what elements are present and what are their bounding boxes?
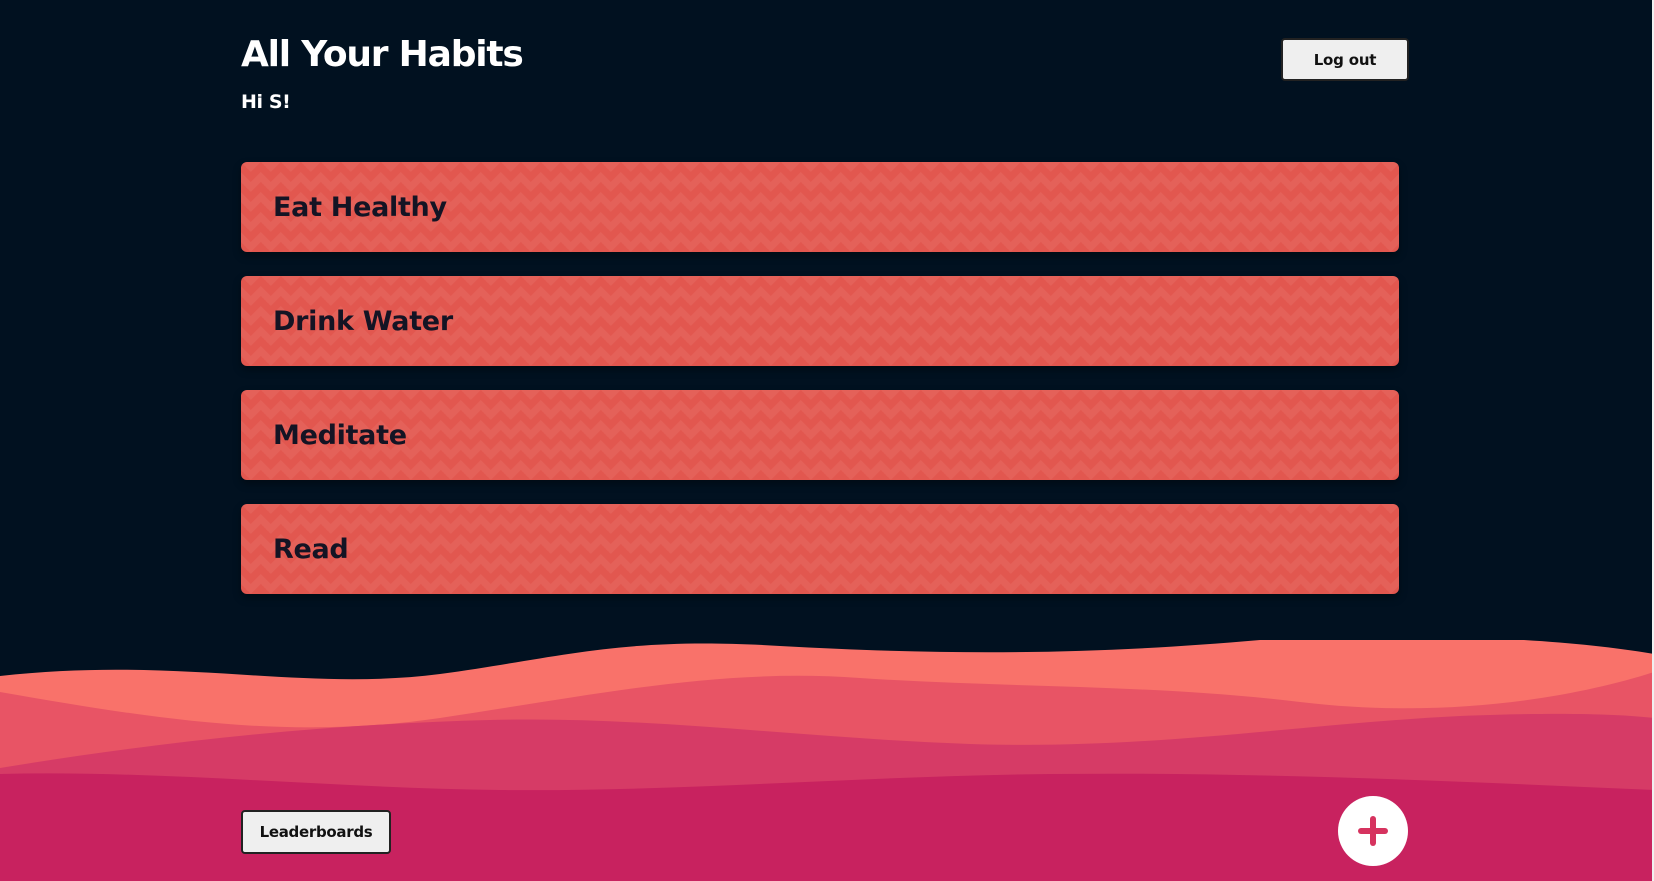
plus-icon <box>1356 814 1390 848</box>
habit-name: Meditate <box>273 419 407 451</box>
habit-list: Eat Healthy Drink Water Meditate Read <box>241 162 1399 618</box>
greeting-text: Hi S! <box>241 91 291 113</box>
page-header: All Your Habits Hi S! Log out <box>241 30 1409 130</box>
logout-button[interactable]: Log out <box>1281 38 1409 81</box>
habit-card-eat-healthy[interactable]: Eat Healthy <box>241 162 1399 252</box>
habit-card-meditate[interactable]: Meditate <box>241 390 1399 480</box>
add-habit-button[interactable] <box>1338 796 1408 866</box>
habit-name: Eat Healthy <box>273 191 447 223</box>
habit-name: Drink Water <box>273 305 453 337</box>
leaderboards-button[interactable]: Leaderboards <box>241 810 391 854</box>
habit-card-read[interactable]: Read <box>241 504 1399 594</box>
page-title: All Your Habits <box>241 34 524 75</box>
habit-card-drink-water[interactable]: Drink Water <box>241 276 1399 366</box>
habit-name: Read <box>273 533 349 565</box>
